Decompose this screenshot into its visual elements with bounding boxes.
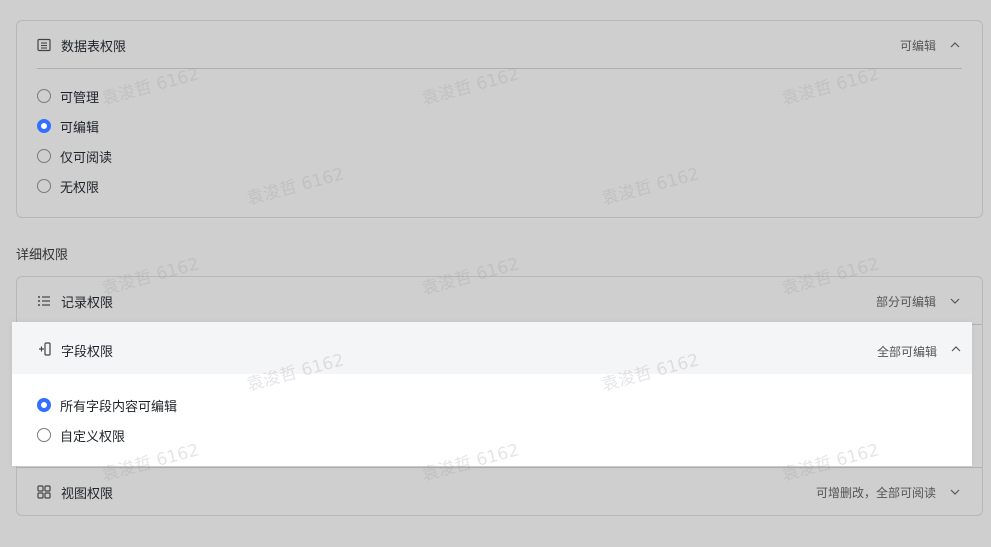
- radio-label: 仅可阅读: [60, 150, 113, 166]
- record-permission-title: 记录权限: [61, 295, 114, 311]
- chevron-up-icon[interactable]: [949, 342, 963, 356]
- radio-label: 可管理: [60, 90, 100, 106]
- field-permission-value: 全部可编辑: [876, 345, 937, 359]
- radio-option-edit[interactable]: 可编辑: [37, 116, 99, 136]
- radio-circle-selected[interactable]: [37, 119, 51, 133]
- view-permission-header[interactable]: 视图权限 可增删改，全部可阅读: [17, 468, 982, 516]
- field-permission-panel: 字段权限 全部可编辑 所有字段内容可编辑 自定义权限: [12, 322, 972, 466]
- radio-circle-selected[interactable]: [37, 398, 51, 412]
- radio-label: 可编辑: [60, 120, 100, 136]
- table-permission-card: 数据表权限 可编辑 可管理 可编辑 仅可阅读 无权限: [16, 20, 983, 218]
- table-permission-title: 数据表权限: [61, 39, 127, 55]
- table-icon: [37, 38, 51, 52]
- field-icon: [38, 342, 52, 356]
- radio-option-all-fields-editable[interactable]: 所有字段内容可编辑: [37, 395, 177, 415]
- chevron-down-icon[interactable]: [948, 294, 962, 308]
- divider: [37, 68, 962, 69]
- view-permission-value: 可增删改，全部可阅读: [815, 485, 936, 500]
- radio-option-read-only[interactable]: 仅可阅读: [37, 146, 112, 166]
- radio-label: 自定义权限: [60, 429, 126, 445]
- chevron-up-icon[interactable]: [948, 38, 962, 52]
- table-permission-header[interactable]: 数据表权限 可编辑: [17, 21, 982, 69]
- list-icon: [37, 294, 51, 308]
- view-permission-title: 视图权限: [61, 486, 114, 502]
- radio-option-manage[interactable]: 可管理: [37, 86, 99, 106]
- chevron-down-icon[interactable]: [948, 485, 962, 499]
- record-permission-header[interactable]: 记录权限 部分可编辑: [17, 277, 982, 325]
- radio-circle[interactable]: [37, 149, 51, 163]
- detail-permission-label: 详细权限: [16, 248, 69, 263]
- radio-circle[interactable]: [37, 89, 51, 103]
- radio-circle[interactable]: [37, 428, 51, 442]
- field-permission-header[interactable]: 字段权限 全部可编辑: [12, 322, 972, 374]
- table-permission-value: 可编辑: [899, 38, 936, 53]
- field-permission-title: 字段权限: [61, 345, 114, 360]
- radio-option-none[interactable]: 无权限: [37, 176, 99, 196]
- radio-label: 无权限: [60, 180, 100, 196]
- radio-circle[interactable]: [37, 179, 51, 193]
- radio-label: 所有字段内容可编辑: [60, 399, 178, 415]
- record-permission-value: 部分可编辑: [875, 294, 936, 309]
- grid-icon: [37, 485, 51, 499]
- radio-option-custom[interactable]: 自定义权限: [37, 425, 125, 445]
